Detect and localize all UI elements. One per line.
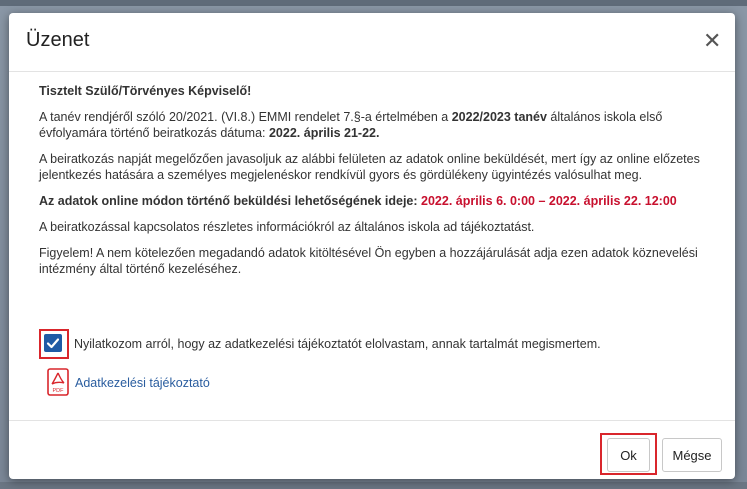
dialog-footer: Ok Mégse [9, 421, 735, 479]
dialog-title: Üzenet [26, 29, 90, 51]
p1-text-a: A tanév rendjéről szóló 20/2021. (VI.8.)… [39, 110, 452, 124]
privacy-document-link[interactable]: PDF Adatkezelési tájékoztató [47, 368, 347, 398]
message-dialog: Üzenet ✕ Tisztelt Szülő/Törvényes Képvis… [9, 13, 735, 479]
enrollment-date: 2022. április 21-22. [268, 126, 380, 140]
consent-checkbox[interactable] [44, 334, 62, 352]
svg-text:PDF: PDF [53, 388, 65, 394]
checkmark-icon [46, 338, 60, 349]
dialog-header: Üzenet ✕ [9, 13, 735, 72]
recommendation-paragraph: A beiratkozás napját megelőzően javasolj… [39, 152, 700, 182]
school-year: 2022/2023 tanév [451, 110, 547, 124]
info-paragraph: A beiratkozással kapcsolatos részletes i… [39, 220, 535, 234]
backdrop-top-bar [0, 0, 747, 6]
backdrop-bottom-bar [0, 482, 747, 489]
greeting-text: Tisztelt Szülő/Törvényes Képviselő! [39, 84, 252, 98]
privacy-document-label[interactable]: Adatkezelési tájékoztató [75, 376, 210, 390]
submission-window-paragraph: Az adatok online módon történő beküldési… [39, 193, 719, 209]
ok-button[interactable]: Ok [607, 438, 650, 472]
enrollment-paragraph: A tanév rendjéről szóló 20/2021. (VI.8.)… [39, 109, 719, 141]
cancel-button[interactable]: Mégse [662, 438, 722, 472]
consent-label[interactable]: Nyilatkozom arról, hogy az adatkezelési … [74, 337, 601, 351]
submission-window-dates: 2022. április 6. 0:00 – 2022. április 22… [421, 194, 677, 208]
notice-paragraph: Figyelem! A nem kötelezően megadandó ada… [39, 246, 698, 276]
submission-window-label: Az adatok online módon történő beküldési… [39, 194, 422, 208]
close-icon[interactable]: ✕ [703, 30, 721, 52]
dialog-content: Tisztelt Szülő/Törvényes Képviselő! A ta… [9, 72, 735, 421]
pdf-icon: PDF [47, 368, 69, 396]
consent-row: Nyilatkozom arról, hogy az adatkezelési … [39, 329, 719, 359]
